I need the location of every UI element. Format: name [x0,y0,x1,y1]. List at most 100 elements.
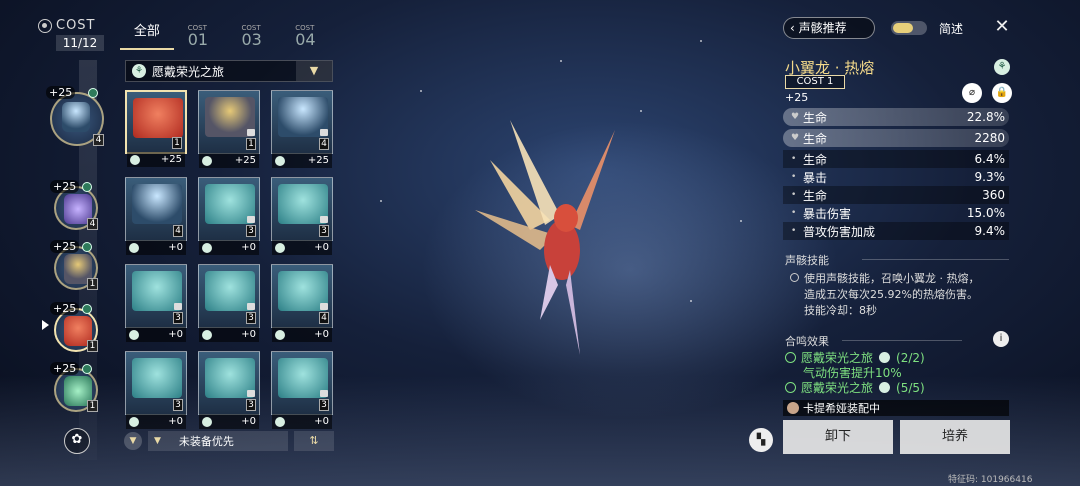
reso-effect: 气动伤害提升10% [803,366,902,380]
sort-dropdown[interactable]: ▼ 未装备优先 [148,431,288,451]
set-icon [879,352,891,363]
card-level: +0 [314,329,329,340]
echo-card[interactable]: 4 +0 [271,264,333,342]
slot-cost: 1 [87,278,98,290]
set-icon [82,182,92,192]
unequip-button[interactable]: 卸下 [783,420,893,454]
check-icon [785,352,796,363]
card-footer: +0 [199,327,259,342]
skill-line-1: 使用声骸技能，召唤小翼龙 · 热熔， [804,272,980,285]
set-icon [88,88,98,98]
card-level: +0 [168,242,183,253]
tab-cost-3[interactable]: COST 03 [228,18,282,50]
star [380,200,382,202]
echo-card[interactable]: 1 +25 [198,90,260,168]
echo-cost: COST 1 [785,75,845,89]
card-level: +0 [241,242,256,253]
echo-card[interactable]: 4 +25 [271,90,333,168]
equipped-by-label: 卡提希娅装配中 [803,402,880,415]
equipped-slot-5[interactable]: +25 1 [50,362,98,412]
skill-line-2: 造成五次每次25.92%的热熔伤害。 [804,288,978,301]
card-level: +25 [307,155,329,166]
card-level: +0 [241,329,256,340]
tab-cost-1[interactable]: COST 01 [174,18,228,50]
lock-icon[interactable]: 🔒 [992,83,1012,103]
card-footer: +0 [272,240,332,255]
equipped-slot-2[interactable]: +25 4 [50,180,98,230]
cost-count: 11/12 [56,35,104,51]
set-icon [82,304,92,314]
echo-portrait [132,184,182,224]
equipped-slot-1[interactable]: +25 4 [46,86,104,146]
card-level: +0 [314,416,329,427]
set-icon [129,416,139,427]
card-cost: 3 [173,399,183,411]
stat-name: 暴击 [803,170,828,185]
skill-line-3: 技能冷却：8秒 [804,304,877,317]
card-footer: +0 [272,327,332,342]
reso-name: 愿戴荣光之旅 [801,351,874,365]
cultivate-button[interactable]: 培养 [900,420,1010,454]
info-icon[interactable]: i [993,331,1009,347]
resonance-list: 愿戴荣光之旅 (2/2) 气动伤害提升10% 愿戴荣光之旅 (5/5) [785,351,1005,396]
tab-cost-4[interactable]: COST 04 [281,18,335,50]
tab-num: 01 [187,30,209,49]
echo-card[interactable]: 3 +0 [125,264,187,342]
close-icon[interactable]: ✕ [991,16,1013,38]
echo-action-icons: ⌀ 🔒 [962,83,1012,103]
equipped-rail: COST 11/12 +25 4 +25 4 +25 1 +25 1 +25 1… [0,0,110,486]
slot-level: +25 [50,240,80,253]
echo-card[interactable]: 3 +0 [198,177,260,255]
sort-order-button[interactable]: ⇅ [294,431,334,451]
chevron-down-icon[interactable]: ▼ [296,61,332,81]
card-footer: +0 [199,240,259,255]
echo-card[interactable]: 3 +0 [271,177,333,255]
slot-cost: 4 [93,134,104,146]
echo-card[interactable]: 4 +0 [125,177,187,255]
echo-card[interactable]: 3 +0 [271,351,333,429]
gear-cluster-icon[interactable]: ✿ [64,428,90,454]
compare-icon[interactable]: ▚ [749,428,773,452]
card-cost: 1 [246,138,256,150]
equipped-by-banner: 卡提希娅装配中 [783,400,1009,416]
card-cost: 3 [246,225,256,237]
equipped-slot-3[interactable]: +25 1 [50,240,98,290]
card-cost: 4 [173,225,183,237]
sub-stat-row: • 暴击 9.3% [791,170,1005,185]
lock-icon [247,129,255,136]
set-icon [202,242,212,253]
lock-icon [320,129,328,136]
tab-num: 03 [241,30,262,49]
stat-name: 生命 [803,131,828,146]
set-filter-dropdown[interactable]: ⚘ 愿戴荣光之旅 ▼ [125,60,333,82]
echo-card[interactable]: 1 +25 [125,90,187,167]
equipped-slot-4[interactable]: +25 1 [50,302,98,352]
brief-label: 简述 [939,22,964,36]
card-cost: 4 [319,312,329,324]
discard-icon[interactable]: ⌀ [962,83,982,103]
slot-cost: 1 [87,340,98,352]
check-icon [785,382,796,393]
card-cost: 3 [319,399,329,411]
brief-toggle[interactable] [891,21,927,35]
stat-value: 6.4% [974,152,1006,166]
card-footer: +25 [199,153,259,168]
avatar [787,402,799,414]
card-cost: 1 [172,137,182,149]
cost-icon [38,18,52,33]
skill-description: 使用声骸技能，召唤小翼龙 · 热熔， 造成五次每次25.92%的热熔伤害。 技能… [790,271,1030,319]
heart-icon: ♥ [791,133,800,143]
set-icon [82,364,92,374]
tab-all[interactable]: 全部 [120,18,174,50]
echo-card[interactable]: 3 +0 [198,264,260,342]
reso-name: 愿戴荣光之旅 [801,381,874,395]
sub-stat-row: • 生命 6.4% [783,150,1009,168]
echo-card[interactable]: 3 +0 [198,351,260,429]
recommend-label: 声骸推荐 [798,21,847,35]
echo-recommend-button[interactable]: ‹ 声骸推荐 [783,17,875,39]
echo-card[interactable]: 3 +0 [125,351,187,429]
card-cost: 3 [319,225,329,237]
divider [862,259,1009,260]
set-icon [275,329,285,340]
filter-icon[interactable]: ▼ [124,432,142,450]
